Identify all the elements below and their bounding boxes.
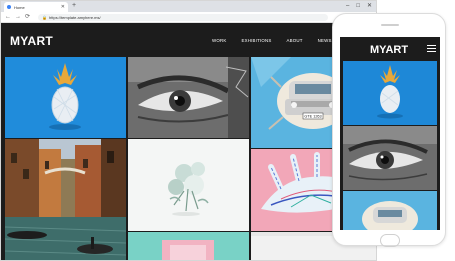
gallery-tile-venice[interactable] <box>5 139 126 260</box>
main-nav: WORK EXHIBITIONS ABOUT NEWS <box>212 38 332 43</box>
window-controls: – □ ✕ <box>346 2 372 10</box>
back-icon[interactable]: ← <box>5 13 11 21</box>
nav-item-about[interactable]: ABOUT <box>286 38 302 43</box>
nav-item-work[interactable]: WORK <box>212 38 226 43</box>
browser-tab[interactable]: Home ✕ <box>4 2 68 12</box>
screenshot-stage: Home ✕ + – □ ✕ ← → ⟳ 🔒 https://template.… <box>0 0 455 261</box>
mobile-tile-car-mural[interactable] <box>343 191 437 230</box>
mobile-tile-eye[interactable] <box>343 126 437 190</box>
new-tab-button[interactable]: + <box>72 2 76 10</box>
phone-home-button <box>380 234 400 247</box>
url-field[interactable]: 🔒 https://template.amyhere.ms/ <box>38 13 329 21</box>
forward-icon[interactable]: → <box>15 13 21 21</box>
close-window-icon[interactable]: ✕ <box>367 2 372 10</box>
nav-item-exhibitions[interactable]: EXHIBITIONS <box>241 38 271 43</box>
site-header: MYART WORK EXHIBITIONS ABOUT NEWS <box>1 24 376 57</box>
lock-icon: 🔒 <box>42 14 48 20</box>
browser-window: Home ✕ + – □ ✕ ← → ⟳ 🔒 https://template.… <box>0 0 377 261</box>
gallery-grid: GTE 1263 <box>5 57 376 260</box>
tab-bar: Home ✕ + – □ ✕ <box>1 1 376 12</box>
gallery-tile-pineapple[interactable] <box>5 57 126 138</box>
gallery-tile-eye[interactable] <box>128 57 249 138</box>
phone-speaker <box>381 24 399 26</box>
car-plate-text: GTE 1263 <box>304 115 321 119</box>
phone-screen: MYART <box>340 37 440 230</box>
nav-item-news[interactable]: NEWS <box>318 38 332 43</box>
tab-title: Home <box>14 4 25 10</box>
reload-icon[interactable]: ⟳ <box>25 13 30 21</box>
maximize-icon[interactable]: □ <box>356 2 360 10</box>
mobile-header: MYART <box>340 37 440 61</box>
gallery-tile-pink-frame[interactable] <box>128 232 249 260</box>
minimize-icon[interactable]: – <box>346 2 349 10</box>
address-bar-row: ← → ⟳ 🔒 https://template.amyhere.ms/ ☆ ⋮ <box>1 12 376 23</box>
site-logo[interactable]: MYART <box>10 34 53 48</box>
favicon-icon <box>7 5 11 9</box>
close-tab-icon[interactable]: ✕ <box>61 4 65 10</box>
mobile-tile-pineapple[interactable] <box>343 61 437 125</box>
mobile-logo[interactable]: MYART <box>370 44 408 56</box>
url-text: https://template.amyhere.ms/ <box>49 14 101 20</box>
hamburger-menu-icon[interactable] <box>427 45 436 52</box>
gallery-tile-flowers[interactable] <box>128 139 249 231</box>
phone-mockup: MYART <box>332 13 446 247</box>
